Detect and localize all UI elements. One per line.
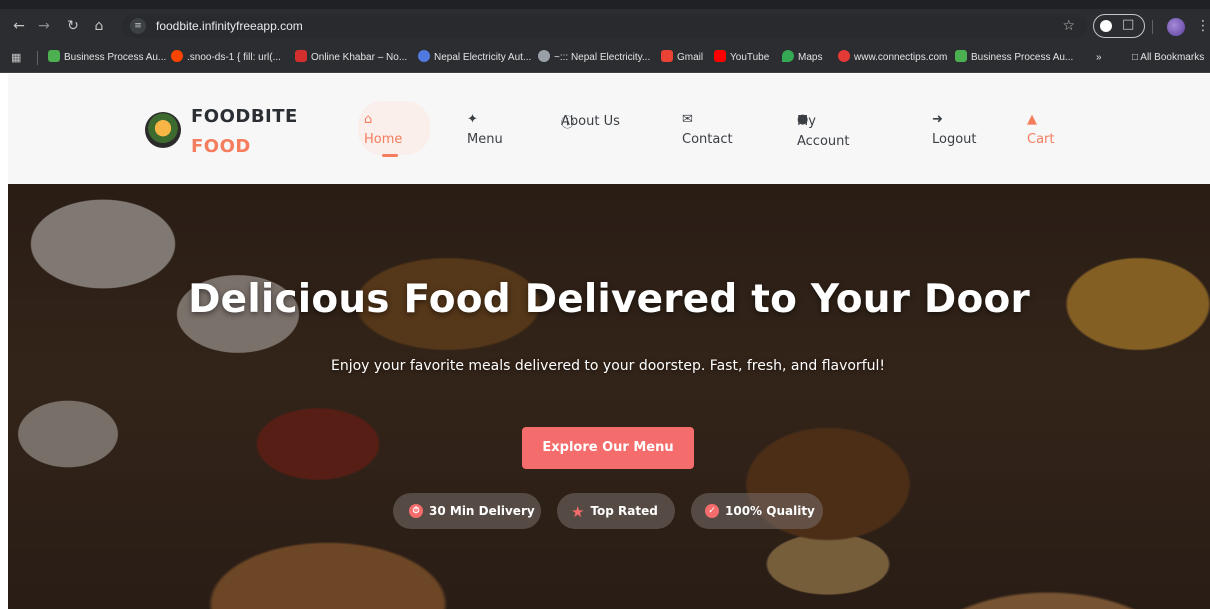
badge-quality-label: 100% Quality (725, 504, 815, 518)
bookmark-star-icon[interactable]: ☆ (1062, 14, 1075, 38)
bookmark-label: ~::: Nepal Electricity... (554, 52, 651, 63)
bookmark-label: YouTube (730, 52, 770, 63)
hero-subtitle: Enjoy your favorite meals delivered to y… (330, 358, 885, 374)
toolbar-divider (1152, 20, 1153, 34)
bookmark-item[interactable]: Business Process Au... (48, 43, 166, 73)
star-icon: ★ (571, 502, 585, 521)
bookmark-item[interactable]: www.connectips.com (838, 43, 947, 73)
bookmark-item[interactable]: Nepal Electricity Aut... (418, 43, 531, 73)
nav-menu-label: Menu (467, 132, 503, 147)
bookmark-favicon-icon (838, 50, 850, 63)
logout-icon: ➜ (932, 112, 943, 127)
bookmark-label: www.connectips.com (854, 52, 948, 63)
nav-my-account-label: My Account (797, 114, 850, 149)
brand-name[interactable]: FOODBITE (191, 106, 298, 127)
clock-icon: ⏱ (409, 503, 423, 518)
bookmark-item[interactable]: Maps (782, 43, 822, 73)
bookmark-label: Business Process Au... (64, 52, 167, 63)
bookmark-label: .snoo-ds-1 { fill: url(... (187, 52, 281, 63)
nav-cart-label: Cart (1027, 132, 1055, 147)
bookmark-item[interactable]: Online Khabar – No... (295, 43, 407, 73)
bookmark-label: Nepal Electricity Aut... (434, 52, 532, 63)
address-bar[interactable]: ≡ foodbite.infinityfreeapp.com ☆ (122, 14, 1087, 38)
nav-logout-label: Logout (932, 132, 977, 147)
profile-avatar[interactable] (1167, 18, 1185, 36)
utensils-icon: ✦ (467, 112, 478, 127)
youtube-icon (714, 50, 726, 63)
back-arrow-icon[interactable]: ← (8, 9, 30, 43)
brand-tagline[interactable]: FOOD (191, 136, 251, 157)
url-text: foodbite.infinityfreeapp.com (156, 19, 303, 33)
active-nav-underline (382, 154, 398, 157)
site-header: FOODBITE FOOD ⌂ Home ✦ Menu ⓘ About Us ✉… (8, 74, 1210, 184)
hero-title: Delicious Food Delivered to Your Door (188, 277, 1030, 322)
home-browser-icon[interactable]: ⌂ (88, 9, 110, 43)
bookmark-item[interactable]: Business Process Au... (955, 43, 1073, 73)
bookmark-favicon-icon (955, 50, 967, 63)
badge-delivery-label: 30 Min Delivery (429, 504, 535, 518)
bookmark-label: Business Process Au... (971, 52, 1074, 63)
hero-overlay (8, 184, 1210, 609)
apps-grid-icon[interactable]: ▦ (11, 51, 21, 64)
bookmark-item[interactable]: ~::: Nepal Electricity... (538, 43, 650, 73)
browser-toolbar: ← → ↻ ⌂ ≡ foodbite.infinityfreeapp.com ☆… (0, 9, 1210, 43)
bookmark-favicon-icon (48, 50, 60, 63)
profile-toggle-icon[interactable] (1100, 20, 1112, 32)
bookmarks-bar: ▦ Business Process Au... .snoo-ds-1 { fi… (0, 43, 1210, 73)
gmail-icon (661, 50, 673, 63)
bookmark-favicon-icon (418, 50, 430, 63)
bookmark-favicon-icon (171, 50, 183, 63)
bookmark-favicon-icon (538, 50, 550, 63)
badge-top-rated: ★ Top Rated (557, 493, 675, 529)
check-circle-icon: ✓ (705, 503, 719, 518)
nav-about-label: About Us (561, 114, 620, 129)
explore-menu-button[interactable]: Explore Our Menu (522, 427, 694, 469)
nav-home-label: Home (364, 132, 403, 147)
all-bookmarks-button[interactable]: □ All Bookmarks (1132, 43, 1204, 73)
all-bookmarks-label: All Bookmarks (1140, 52, 1205, 63)
kebab-menu-icon[interactable]: ⋮ (1196, 9, 1210, 43)
puzzle-icon[interactable]: □ (1122, 17, 1134, 32)
bookmark-label: Gmail (677, 52, 704, 63)
bookmark-item[interactable]: YouTube (714, 43, 769, 73)
extensions-pill[interactable]: □ (1093, 14, 1145, 38)
badge-delivery: ⏱ 30 Min Delivery (393, 493, 541, 529)
bookmarks-divider (37, 51, 38, 65)
home-icon: ⌂ (364, 112, 373, 127)
bookmark-favicon-icon (295, 50, 307, 63)
nav-contact-label: Contact (682, 132, 733, 147)
cart-icon: ▲ (1027, 112, 1037, 127)
maps-icon (782, 50, 794, 63)
foodbite-logo[interactable] (145, 112, 181, 148)
bookmark-label: Online Khabar – No... (311, 52, 408, 63)
folder-icon: □ (1132, 52, 1139, 63)
bookmark-label: Maps (798, 52, 823, 63)
bookmarks-overflow-button[interactable]: » (1096, 43, 1102, 73)
forward-arrow-icon[interactable]: → (33, 9, 55, 43)
badge-top-rated-label: Top Rated (590, 504, 658, 518)
bookmark-item[interactable]: Gmail (661, 43, 703, 73)
reload-icon[interactable]: ↻ (62, 9, 84, 43)
site-settings-icon[interactable]: ≡ (130, 18, 146, 34)
envelope-icon: ✉ (682, 112, 693, 127)
hero-section: Delicious Food Delivered to Your Door En… (8, 184, 1210, 609)
bookmark-item[interactable]: .snoo-ds-1 { fill: url(... (171, 43, 281, 73)
badge-quality: ✓ 100% Quality (691, 493, 823, 529)
